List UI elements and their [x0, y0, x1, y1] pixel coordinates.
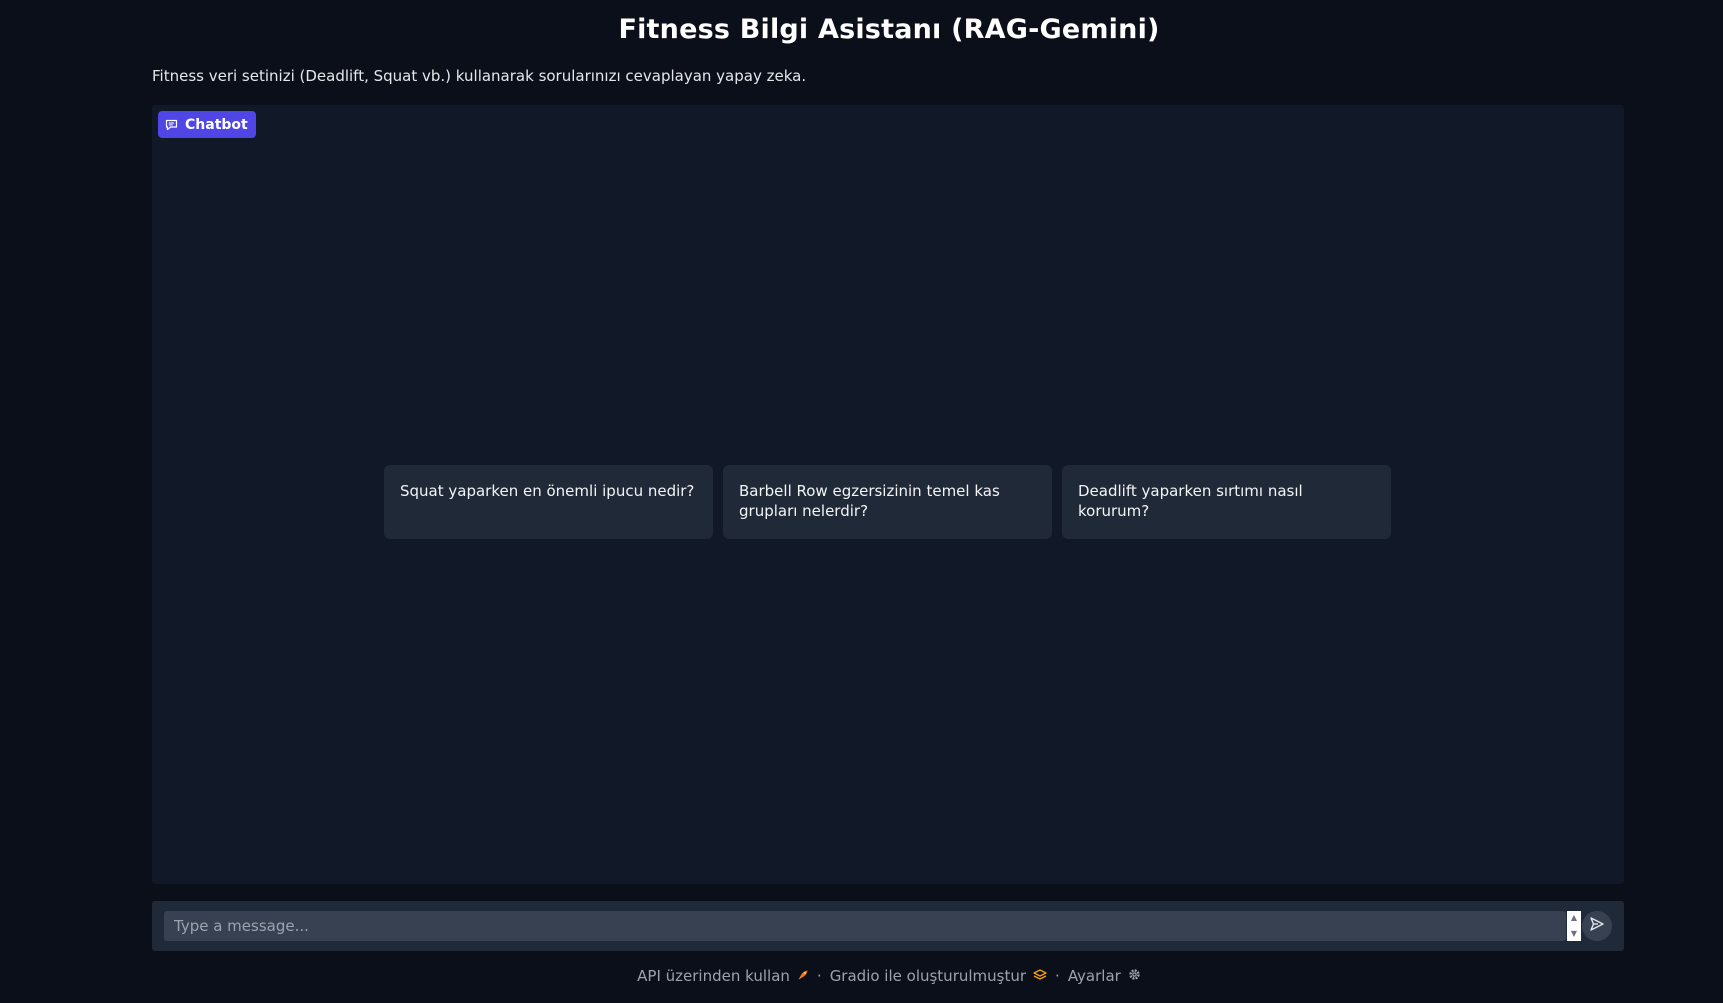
message-input-bar: ▲ ▼: [152, 901, 1624, 951]
gradio-logo-icon: [1033, 967, 1047, 985]
input-scroll-arrows[interactable]: ▲ ▼: [1567, 911, 1581, 941]
message-input[interactable]: [164, 911, 1566, 941]
chatbot-label: Chatbot: [158, 111, 256, 138]
gradio-link[interactable]: Gradio ile oluşturulmuştur: [830, 967, 1047, 985]
api-link[interactable]: API üzerinden kullan: [637, 967, 809, 985]
gradio-link-label: Gradio ile oluşturulmuştur: [829, 967, 1027, 985]
rocket-icon: [797, 967, 809, 985]
chevron-up-icon[interactable]: ▲: [1571, 911, 1577, 925]
example-prompt[interactable]: Deadlift yaparken sırtımı nasıl korurum?: [1062, 465, 1391, 539]
example-prompts: Squat yaparken en önemli ipucu nedir? Ba…: [384, 465, 1391, 539]
page-description: Fitness veri setinizi (Deadlift, Squat v…: [152, 67, 807, 85]
page-title: Fitness Bilgi Asistanı (RAG-Gemini): [618, 14, 1160, 45]
api-link-label: API üzerinden kullan: [637, 967, 790, 985]
gear-icon: [1128, 967, 1141, 985]
chevron-down-icon[interactable]: ▼: [1571, 927, 1577, 941]
example-prompt[interactable]: Squat yaparken en önemli ipucu nedir?: [384, 465, 713, 539]
page: Fitness Bilgi Asistanı (RAG-Gemini) Fitn…: [0, 0, 1723, 1003]
chatbot-panel: Chatbot Squat yaparken en önemli ipucu n…: [152, 105, 1624, 884]
footer: API üzerinden kullan · Gradio ile oluştu…: [0, 967, 1723, 985]
footer-separator: ·: [1055, 967, 1060, 985]
send-button[interactable]: [1582, 911, 1612, 941]
example-prompt[interactable]: Barbell Row egzersizinin temel kas grupl…: [723, 465, 1052, 539]
settings-link[interactable]: Ayarlar: [1068, 967, 1141, 985]
chatbot-label-text: Chatbot: [185, 116, 248, 133]
settings-link-label: Ayarlar: [1067, 967, 1121, 985]
footer-separator: ·: [816, 967, 822, 985]
send-icon: [1589, 916, 1605, 936]
chat-icon: [165, 119, 178, 131]
